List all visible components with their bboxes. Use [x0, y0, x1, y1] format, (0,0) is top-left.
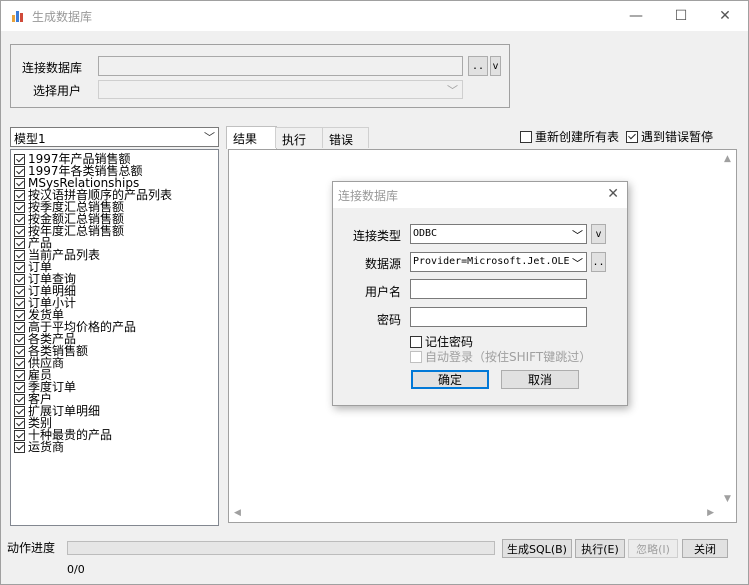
chevron-down-icon: ﹀ — [204, 131, 215, 144]
table-checkbox[interactable] — [14, 345, 25, 357]
table-checkbox[interactable] — [14, 225, 25, 237]
tab-execute[interactable]: 执行 — [275, 127, 324, 148]
connect-db-label: 连接数据库 — [22, 61, 83, 75]
table-checkbox[interactable] — [14, 201, 25, 213]
title-bar: 生成数据库 — ☐ ✕ — [1, 1, 748, 31]
recreate-all-option[interactable]: 重新创建所有表 — [520, 128, 619, 145]
data-source-select[interactable]: Provider=Microsoft.Jet.OLEDB ﹀ — [410, 252, 587, 272]
tab-errors[interactable]: 错误 — [322, 127, 369, 148]
table-checkbox[interactable] — [14, 369, 25, 381]
connection-type-label: 连接类型 — [352, 229, 401, 243]
table-item-label: 运货商 — [28, 440, 65, 454]
scroll-down-icon[interactable]: ▼ — [724, 494, 731, 504]
chevron-down-icon: ﹀ — [570, 255, 583, 271]
table-checkbox[interactable] — [14, 429, 25, 441]
tab-results-label: 结果 — [233, 132, 258, 146]
table-list: 1997年产品销售额 1997年各类销售总额 MSysRelationships 按汉… — [10, 149, 219, 526]
chevron-down-icon: ﹀ — [570, 227, 583, 243]
password-label: 密码 — [376, 313, 401, 327]
user-select[interactable]: ﹀ — [98, 80, 463, 99]
ignore-button[interactable]: 忽略(I) — [628, 539, 678, 558]
table-checkbox[interactable] — [14, 213, 25, 225]
table-checkbox[interactable] — [14, 309, 25, 321]
horizontal-scrollbar[interactable]: ◀ ▶ — [229, 505, 719, 522]
table-checkbox[interactable] — [14, 297, 25, 309]
close-dialog-icon[interactable]: ✕ — [607, 186, 619, 202]
model-select-value: 模型1 — [14, 132, 46, 146]
table-checkbox[interactable] — [14, 249, 25, 261]
recreate-all-label: 重新创建所有表 — [535, 130, 620, 144]
scroll-up-icon[interactable]: ▲ — [724, 154, 731, 164]
table-checkbox[interactable] — [14, 285, 25, 297]
table-checkbox[interactable] — [14, 153, 25, 165]
execute-button[interactable]: 执行(E) — [575, 539, 625, 558]
table-checkbox[interactable] — [14, 261, 25, 273]
tab-execute-label: 执行 — [282, 133, 307, 147]
auto-login-option[interactable]: 自动登录（按住SHIFT键跳过） — [410, 348, 591, 365]
dialog-title-bar: 连接数据库 ✕ — [333, 182, 627, 208]
ok-button[interactable]: 确定 — [411, 370, 489, 389]
progress-label: 动作进度 — [7, 541, 56, 555]
close-button[interactable]: 关闭 — [682, 539, 728, 558]
connect-db-dialog: 连接数据库 ✕ 连接类型 ODBC ﹀ v 数据源 Provider=Micro… — [332, 181, 628, 406]
connection-type-select[interactable]: ODBC ﹀ — [410, 224, 587, 244]
connection-string-field[interactable] — [98, 56, 463, 76]
table-checkbox[interactable] — [14, 237, 25, 249]
select-user-label: 选择用户 — [33, 84, 82, 98]
table-checkbox[interactable] — [14, 417, 25, 429]
generate-sql-button[interactable]: 生成SQL(B) — [502, 539, 572, 558]
username-label: 用户名 — [364, 285, 401, 299]
data-source-value: Provider=Microsoft.Jet.OLEDB — [413, 256, 582, 267]
table-list-item[interactable]: 扩展订单明细 — [14, 405, 100, 417]
auto-login-checkbox[interactable] — [410, 350, 422, 363]
table-checkbox[interactable] — [14, 165, 25, 177]
scroll-right-icon[interactable]: ▶ — [707, 508, 714, 518]
username-input[interactable] — [410, 279, 587, 299]
pause-on-error-label: 遇到错误暂停 — [641, 130, 714, 144]
close-window-icon[interactable]: ✕ — [702, 1, 748, 31]
table-list-item[interactable]: 当前产品列表 — [14, 249, 100, 261]
data-source-label: 数据源 — [364, 257, 401, 271]
auto-login-label: 自动登录（按住SHIFT键跳过） — [425, 350, 592, 364]
table-checkbox[interactable] — [14, 405, 25, 417]
table-checkbox[interactable] — [14, 393, 25, 405]
password-input[interactable] — [410, 307, 587, 327]
table-checkbox[interactable] — [14, 333, 25, 345]
vertical-scrollbar[interactable]: ▲ ▼ — [719, 150, 736, 506]
browse-data-source-button[interactable]: .. — [591, 252, 606, 272]
pause-on-error-option[interactable]: 遇到错误暂停 — [626, 128, 713, 145]
progress-count: 0/0 — [67, 563, 85, 576]
chevron-down-icon: ﹀ — [447, 84, 458, 97]
maximize-icon[interactable]: ☐ — [658, 1, 704, 31]
table-checkbox[interactable] — [14, 177, 25, 189]
model-select[interactable]: 模型1 ﹀ — [10, 127, 219, 147]
tab-errors-label: 错误 — [329, 133, 354, 147]
connection-type-dropdown-button[interactable]: v — [591, 224, 606, 244]
connection-dropdown-button[interactable]: v — [490, 56, 501, 76]
progress-bar — [67, 541, 495, 555]
table-checkbox[interactable] — [14, 441, 25, 453]
main-window: 生成数据库 — ☐ ✕ 连接数据库 .. v 选择用户 ﹀ 模型1 ﹀ 1997… — [0, 0, 749, 585]
minimize-icon[interactable]: — — [613, 1, 659, 31]
remember-password-checkbox[interactable] — [410, 335, 422, 348]
browse-connection-button[interactable]: .. — [468, 56, 488, 76]
table-checkbox[interactable] — [14, 189, 25, 201]
recreate-all-checkbox[interactable] — [520, 130, 532, 143]
tab-results[interactable]: 结果 — [226, 126, 277, 149]
table-checkbox[interactable] — [14, 357, 25, 369]
table-checkbox[interactable] — [14, 321, 25, 333]
table-checkbox[interactable] — [14, 381, 25, 393]
app-icon — [11, 9, 25, 23]
table-checkbox[interactable] — [14, 273, 25, 285]
scroll-left-icon[interactable]: ◀ — [234, 508, 241, 518]
pause-on-error-checkbox[interactable] — [626, 130, 638, 143]
connection-type-value: ODBC — [413, 228, 438, 239]
cancel-button[interactable]: 取消 — [501, 370, 579, 389]
table-list-item[interactable]: 运货商 — [14, 441, 64, 453]
window-title: 生成数据库 — [32, 10, 93, 24]
dialog-title: 连接数据库 — [338, 189, 399, 203]
